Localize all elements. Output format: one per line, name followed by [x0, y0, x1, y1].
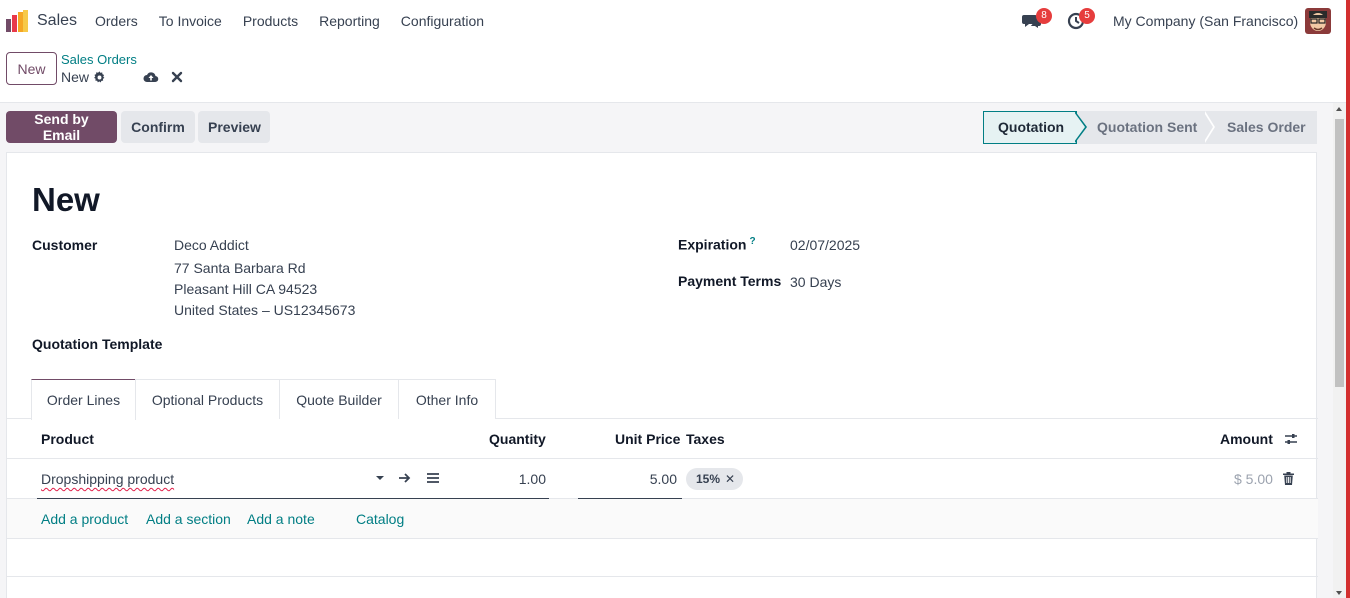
menu-to-invoice[interactable]: To Invoice	[159, 13, 222, 29]
stage-sales-order[interactable]: Sales Order	[1227, 111, 1306, 144]
breadcrumb-sales-orders[interactable]: Sales Orders	[61, 52, 137, 67]
tax-tag-label: 15%	[696, 472, 721, 486]
tax-tag: 15% ✕	[686, 468, 744, 490]
discard-close-icon[interactable]	[171, 71, 183, 83]
window-edge	[1346, 0, 1350, 598]
column-unit-price[interactable]: Unit Price	[615, 431, 680, 447]
payment-terms-label: Payment Terms	[678, 273, 782, 289]
breadcrumb-current-label: New	[61, 69, 90, 85]
stage-separator-fill	[1203, 111, 1213, 143]
column-amount[interactable]: Amount	[1220, 431, 1273, 447]
add-section-link[interactable]: Add a section	[146, 511, 231, 527]
product-value[interactable]: Dropshipping product	[41, 471, 174, 487]
cloud-save-icon[interactable]	[143, 70, 159, 84]
product-input[interactable]: Dropshipping product	[37, 459, 549, 499]
breadcrumb-current: New	[61, 69, 106, 85]
control-panel: New Sales Orders New	[0, 43, 1346, 103]
menu-products[interactable]: Products	[243, 13, 298, 29]
amount-cell: $ 5.00	[1234, 471, 1273, 487]
menu-configuration[interactable]: Configuration	[401, 13, 484, 29]
scroll-down-arrow-icon[interactable]	[1336, 591, 1342, 595]
customer-address-line3: United States – US12345673	[174, 302, 356, 318]
tab-order-lines[interactable]: Order Lines	[31, 379, 136, 420]
empty-row	[7, 539, 1318, 577]
payment-terms-field[interactable]: 30 Days	[790, 274, 841, 290]
dropdown-caret-icon[interactable]	[376, 476, 384, 480]
help-tooltip-icon[interactable]: ?	[749, 236, 755, 247]
add-note-link[interactable]: Add a note	[247, 511, 315, 527]
top-navbar: Sales Orders To Invoice Products Reporti…	[0, 0, 1346, 43]
quantity-cell[interactable]: 1.00	[519, 471, 546, 487]
unit-price-value[interactable]: 5.00	[650, 471, 677, 487]
send-by-email-button[interactable]: Send by Email	[6, 111, 117, 143]
stage-quotation-sent[interactable]: Quotation Sent	[1097, 111, 1197, 144]
arrow-right-icon[interactable]	[398, 471, 412, 485]
messages-badge: 8	[1036, 8, 1052, 24]
table-row[interactable]: Dropshipping product 1.00 5.00 15% ✕ $ 5…	[7, 459, 1318, 499]
scroll-thumb[interactable]	[1335, 119, 1344, 387]
gear-icon[interactable]	[93, 70, 106, 84]
status-bar: Quotation Quotation Sent Sales Order	[983, 111, 1317, 144]
expiration-label-text: Expiration	[678, 236, 747, 253]
notebook-tabs: Order Lines Optional Products Quote Buil…	[7, 379, 1318, 420]
vertical-scrollbar[interactable]	[1333, 103, 1346, 598]
record-title: New	[32, 181, 100, 218]
user-avatar[interactable]	[1305, 8, 1331, 34]
add-line-row: Add a product Add a section Add a note C…	[7, 499, 1318, 539]
expiration-field[interactable]: 02/07/2025	[790, 237, 860, 253]
column-quantity[interactable]: Quantity	[489, 431, 546, 447]
column-product[interactable]: Product	[41, 431, 94, 447]
app-name[interactable]: Sales	[37, 12, 77, 30]
sales-app-icon[interactable]	[5, 9, 29, 33]
trash-icon[interactable]	[1283, 472, 1294, 485]
customer-label: Customer	[32, 237, 98, 253]
company-switcher[interactable]: My Company (San Francisco)	[1113, 13, 1298, 29]
scroll-up-arrow-icon[interactable]	[1336, 107, 1342, 111]
list-menu-icon[interactable]	[426, 471, 440, 485]
stage-arrow-fill	[1074, 112, 1085, 142]
menu-reporting[interactable]: Reporting	[319, 13, 380, 29]
confirm-button[interactable]: Confirm	[121, 111, 195, 143]
column-taxes[interactable]: Taxes	[686, 431, 725, 447]
preview-button[interactable]: Preview	[198, 111, 270, 143]
tab-quote-builder[interactable]: Quote Builder	[279, 379, 399, 419]
add-product-link[interactable]: Add a product	[41, 511, 128, 527]
tab-other-info[interactable]: Other Info	[398, 379, 496, 419]
form-sheet: New Customer Deco Addict 77 Santa Barbar…	[6, 152, 1318, 598]
menu-orders[interactable]: Orders	[95, 13, 138, 29]
stage-quotation[interactable]: Quotation	[983, 111, 1077, 144]
remove-tag-icon[interactable]: ✕	[725, 468, 735, 490]
tab-optional-products[interactable]: Optional Products	[135, 379, 280, 419]
main-menu: Orders To Invoice Products Reporting Con…	[95, 13, 505, 29]
customer-field[interactable]: Deco Addict	[174, 237, 249, 253]
optional-columns-icon[interactable]	[1284, 432, 1298, 446]
customer-address-line1: 77 Santa Barbara Rd	[174, 260, 306, 276]
quotation-template-label: Quotation Template	[32, 336, 163, 352]
activities-badge: 5	[1079, 8, 1095, 24]
order-lines-header: Product Quantity Unit Price Taxes Amount	[7, 419, 1318, 459]
new-button[interactable]: New	[6, 52, 57, 85]
customer-address-line2: Pleasant Hill CA 94523	[174, 281, 318, 297]
catalog-link[interactable]: Catalog	[356, 511, 404, 527]
expiration-label: Expiration?	[678, 236, 756, 253]
unit-price-input[interactable]: 5.00	[578, 459, 682, 499]
